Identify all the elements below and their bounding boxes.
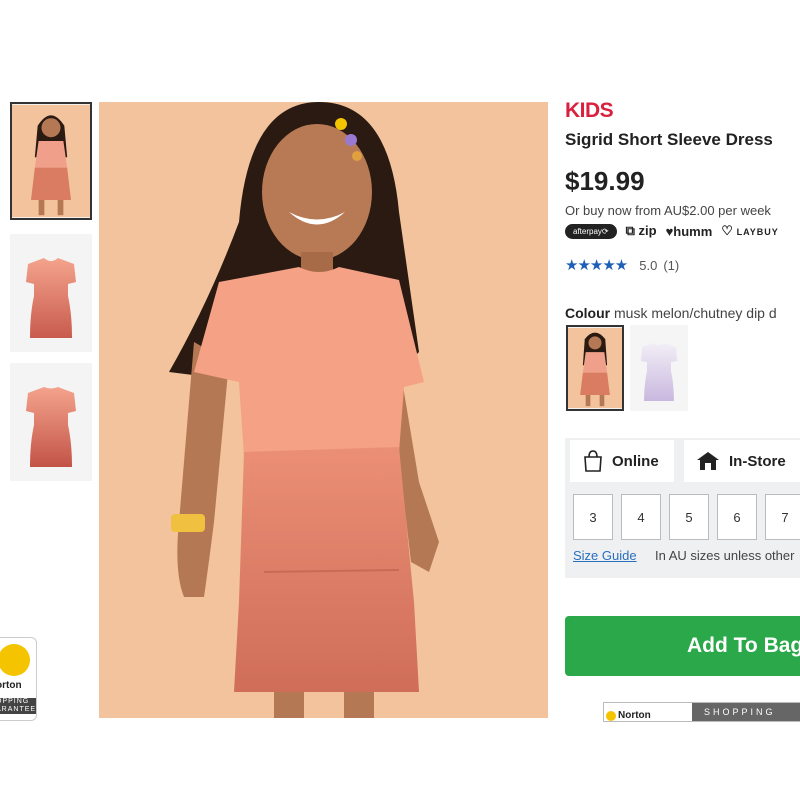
star-icons: ★★★★★ [565,257,628,274]
tab-online[interactable]: Online [570,440,674,482]
colour-swatch-musk-melon[interactable] [566,325,624,411]
brand-logo[interactable]: KIDS [565,99,614,123]
store-icon [697,452,719,470]
zip-label: zip [638,223,657,238]
size-options: 3 4 5 6 7 [573,494,800,540]
afterpay-logo[interactable]: afterpay⟳ [565,223,617,239]
thumbnail-front[interactable] [10,234,92,352]
colour-selected-name: musk melon/chutney dip d [614,305,777,321]
size-option-5[interactable]: 5 [669,494,709,540]
rating-count: (1) [663,257,680,273]
humm-label: humm [673,223,713,239]
main-product-image[interactable] [99,102,548,718]
size-option-3[interactable]: 3 [573,494,613,540]
product-title: Sigrid Short Sleeve Dress [565,130,773,149]
norton-badge-right[interactable]: Norton SHOPPING [603,702,800,722]
payment-providers: afterpay⟳ ⧉ zip ♥humm ♡ LAYBUY [565,222,779,240]
model-illustration [99,102,548,718]
size-option-4[interactable]: 4 [621,494,661,540]
norton-right-sub: SHOPPING [692,703,800,721]
swatch-musk-melon-image [568,327,622,409]
norton-left-name: orton [0,680,22,691]
tab-online-label: Online [612,452,659,470]
thumbnail-front-image [10,234,92,352]
size-option-7[interactable]: 7 [765,494,800,540]
colour-heading: Colour [565,305,611,321]
rating-value: 5.0 [639,257,658,273]
size-guide-link[interactable]: Size Guide [573,548,637,563]
colour-swatch-lilac[interactable] [630,325,688,411]
laybuy-logo[interactable]: ♡ LAYBUY [721,223,778,239]
swatch-lilac-image [630,325,688,411]
bnpl-text: Or buy now from AU$2.00 per week [565,203,771,218]
norton-check-icon [0,644,30,676]
norton-badge-left[interactable]: orton OPPING ARANTEE [0,637,37,721]
norton-left-sub: OPPING ARANTEE [0,698,36,714]
thumbnail-back[interactable] [10,363,92,481]
size-option-6[interactable]: 6 [717,494,757,540]
tab-in-store-label: In-Store [729,452,786,470]
colour-label: Colour musk melon/chutney dip d [565,305,777,321]
tab-in-store[interactable]: In-Store [684,440,800,482]
norton-right-name: Norton [604,703,692,721]
thumbnail-model-image [12,104,90,218]
shopping-bag-icon [584,450,602,472]
thumbnail-back-image [10,363,92,481]
size-note: In AU sizes unless other [655,548,795,563]
add-to-bag-button[interactable]: Add To Bag [565,616,800,676]
product-rating[interactable]: ★★★★★ 5.0 (1) [565,256,679,274]
thumbnail-model[interactable] [10,102,92,220]
zip-logo[interactable]: ⧉ zip [626,223,657,239]
laybuy-label: LAYBUY [736,227,779,237]
product-price: $19.99 [565,166,645,196]
humm-logo[interactable]: ♥humm [666,224,713,239]
